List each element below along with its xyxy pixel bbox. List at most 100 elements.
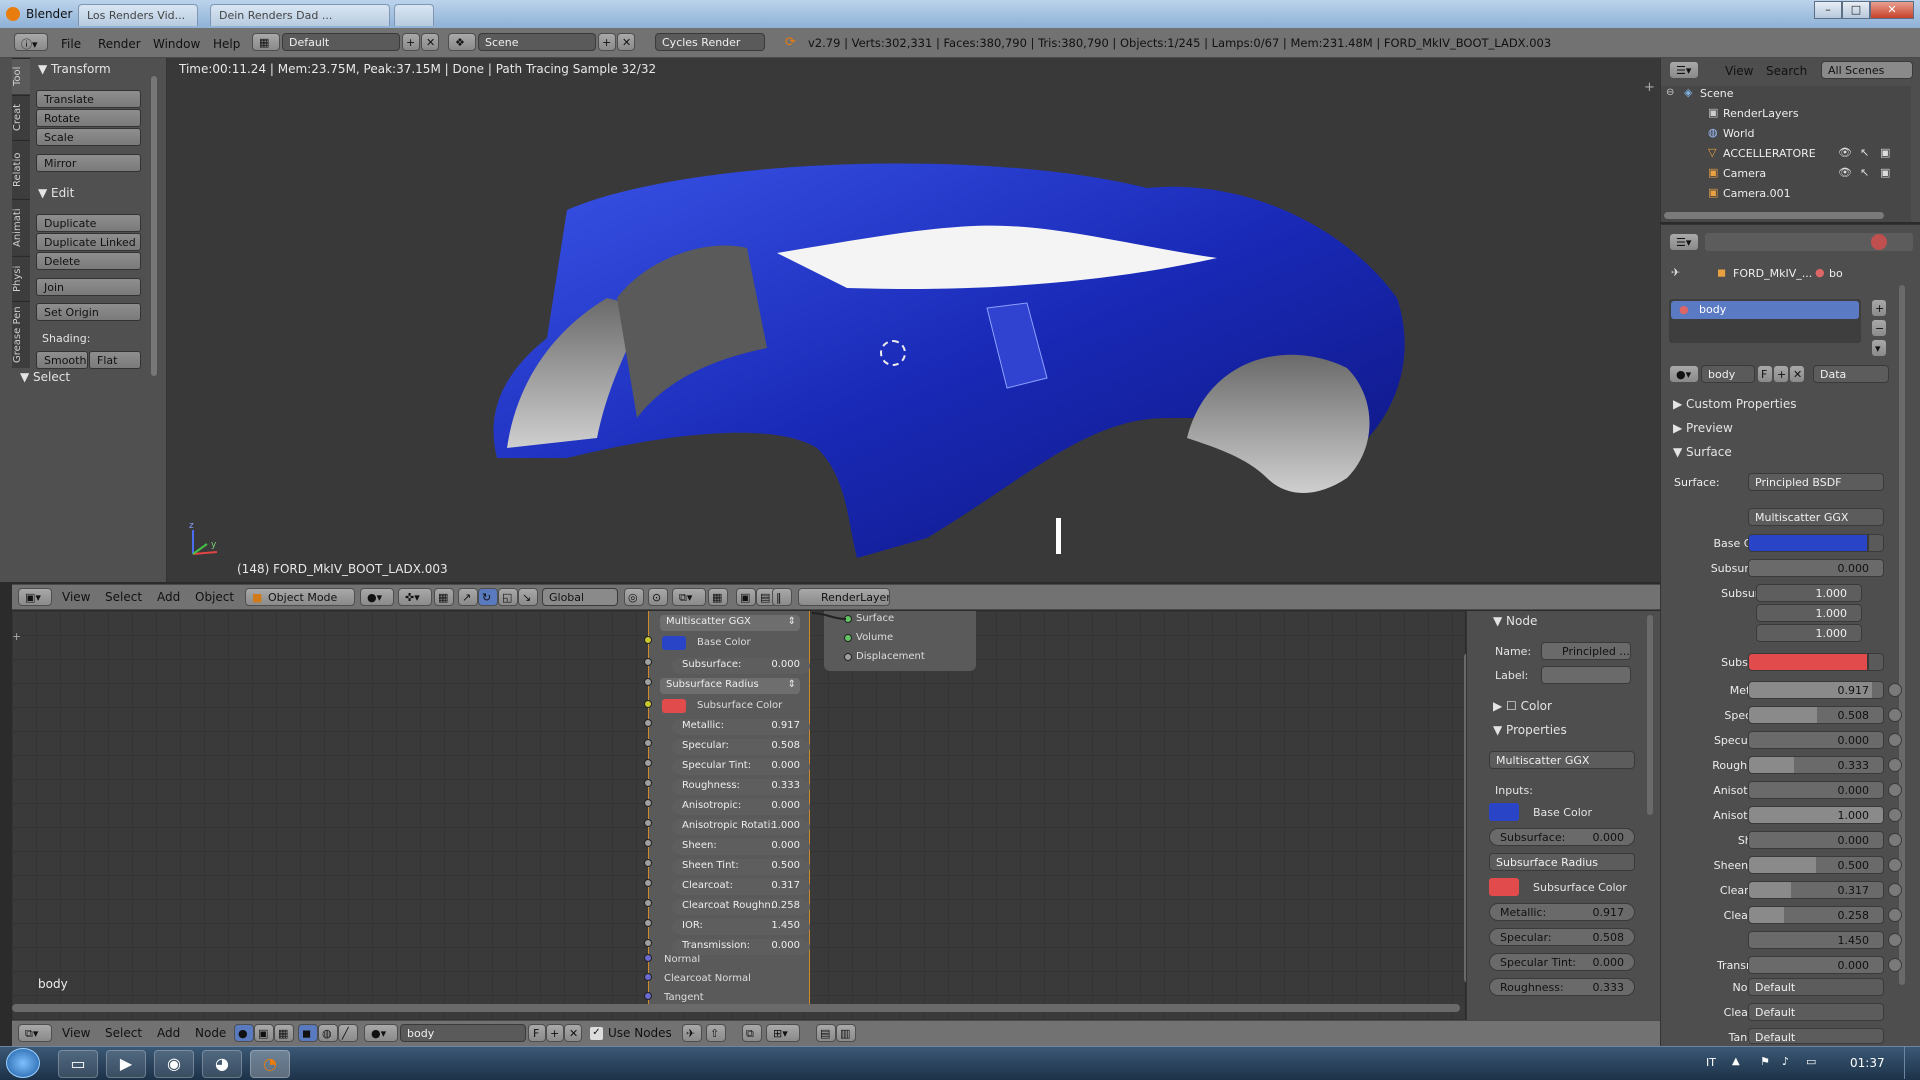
render-camera-icon-2[interactable]: ▣ [1880, 166, 1890, 179]
props-row-slider[interactable]: 0.258 [1748, 906, 1884, 924]
node-input-socket-icon[interactable] [644, 700, 652, 708]
props-row-link-icon[interactable] [1888, 883, 1902, 897]
node-paste-icon[interactable]: ▥ [836, 1024, 856, 1042]
shader-tree-icon[interactable]: ● [234, 1024, 254, 1042]
np-field-metallic[interactable]: Metallic: 0.917 [1489, 903, 1635, 921]
node-snap-element-icon[interactable]: ⊞▾ [766, 1024, 800, 1042]
material-name-field[interactable]: body [1701, 365, 1755, 383]
node-menu-node[interactable]: Node [195, 1026, 226, 1040]
outliner-expand-icon[interactable]: ⊖ [1666, 87, 1674, 98]
props-add-material-icon[interactable]: + [1773, 365, 1789, 383]
node-field-metallic[interactable]: Metallic: 0.917 [672, 719, 810, 735]
node-label-field[interactable] [1541, 666, 1631, 684]
node-input-socket-icon[interactable] [644, 759, 652, 767]
np-subsurface-field[interactable]: Subsurface: 0.000 [1489, 828, 1635, 846]
props-distribution-dropdown[interactable]: Multiscatter GGX [1748, 508, 1884, 526]
node-input-socket-icon[interactable] [644, 819, 652, 827]
visibility-eye-icon-2[interactable]: 👁 [1838, 166, 1852, 179]
clock[interactable]: 01:37 [1850, 1056, 1885, 1070]
node-menu-view[interactable]: View [62, 1026, 90, 1040]
shade-flat-button[interactable]: Flat [89, 351, 141, 369]
props-fake-user-button[interactable]: F [1757, 365, 1773, 383]
surface-header[interactable]: ▼ Surface [1673, 445, 1732, 459]
layout-selector[interactable]: Default [282, 33, 400, 51]
visibility-eye-icon[interactable]: 👁 [1838, 146, 1852, 159]
node-fake-user-button[interactable]: F [528, 1024, 546, 1042]
shade-smooth-button[interactable]: Smooth [36, 351, 88, 369]
outliner-menu-view[interactable]: View [1725, 64, 1753, 78]
node-input-socket-icon[interactable] [644, 779, 652, 787]
node-properties-header[interactable]: ▼ Properties [1493, 723, 1567, 737]
delete-button[interactable]: Delete [36, 252, 141, 270]
node-editor-canvas[interactable]: + Multiscatter GGX ⇕ Base Color Subsurfac… [12, 611, 1472, 1020]
outliner-item-scene[interactable]: Scene [1700, 87, 1734, 100]
node-unlink-material-icon[interactable]: ✕ [564, 1024, 582, 1042]
select-arrow-icon-2[interactable]: ↖ [1860, 166, 1869, 179]
layout-delete-icon[interactable]: ✕ [421, 33, 439, 51]
node-input-socket-icon[interactable] [644, 678, 652, 686]
node-field-anisotropic[interactable]: Anisotropic: 0.000 [672, 799, 810, 815]
pivot-icon[interactable]: ✜▾ [398, 588, 432, 606]
transform-panel-header[interactable]: ▼ Transform [38, 62, 111, 76]
props-row-slider[interactable]: 0.000 [1748, 956, 1884, 974]
language-indicator[interactable]: IT [1706, 1056, 1716, 1069]
duplicate-linked-button[interactable]: Duplicate Linked [36, 233, 141, 251]
tool-shelf-scrollbar[interactable] [151, 76, 157, 376]
close-button[interactable]: ✕ [1870, 1, 1914, 19]
scene-selector[interactable]: Scene [478, 33, 596, 51]
props-row-slider[interactable]: 0.317 [1748, 881, 1884, 899]
shading-mode-icon[interactable]: ●▾ [360, 588, 394, 606]
node-field-specular[interactable]: Specular: 0.508 [672, 739, 810, 755]
node-menu-add[interactable]: Add [157, 1026, 180, 1040]
tray-arrow-icon[interactable]: ▲ [1732, 1056, 1740, 1067]
node-add-material-icon[interactable]: + [546, 1024, 564, 1042]
blender-taskbar-icon[interactable]: ◔ [250, 1050, 290, 1078]
material-tab-icon[interactable] [1871, 234, 1887, 250]
np-base-color-swatch[interactable] [1489, 803, 1519, 821]
maximize-button[interactable]: □ [1842, 1, 1870, 19]
tab-create[interactable]: Creat [12, 95, 30, 139]
pin-icon[interactable]: ✈ [1671, 266, 1680, 279]
media-player-taskbar-icon[interactable]: ▶ [106, 1050, 146, 1078]
np-field-specular-tint[interactable]: Specular Tint: 0.000 [1489, 953, 1635, 971]
node-input-socket-icon[interactable] [644, 799, 652, 807]
output-displacement-socket-icon[interactable] [844, 653, 852, 661]
node-editor-hscrollbar[interactable] [12, 1004, 1460, 1012]
3d-cursor-icon[interactable] [880, 340, 906, 366]
props-row-link-icon[interactable] [1888, 958, 1902, 972]
browser-tab-2[interactable]: Dein Renders Dad ... [210, 4, 390, 26]
material-slot-body[interactable]: body [1671, 301, 1859, 319]
rotate-button[interactable]: Rotate [36, 109, 141, 127]
node-material-field[interactable]: body [400, 1024, 526, 1042]
node-field-specular-tint[interactable]: Specular Tint: 0.000 [672, 759, 810, 775]
browser-tab-1[interactable]: Los Renders Vid... [78, 4, 198, 26]
np-distribution-dropdown[interactable]: Multiscatter GGX [1489, 751, 1635, 769]
tray-volume-icon[interactable]: ♪ [1782, 1055, 1789, 1068]
node-input-socket-icon[interactable] [644, 636, 652, 644]
node-panel-header[interactable]: ▼ Node [1493, 614, 1537, 628]
start-button-icon[interactable] [6, 1048, 40, 1078]
props-subsurface-slider[interactable]: 0.000 [1748, 559, 1884, 577]
node-editor-type-icon[interactable]: ⧉▾ [18, 1024, 52, 1042]
tray-network-icon[interactable]: ▭ [1806, 1055, 1816, 1068]
menu-file[interactable]: File [61, 37, 81, 51]
props-clearcoat-normal-dropdown[interactable]: Default [1748, 1003, 1884, 1021]
edit-panel-header[interactable]: ▼ Edit [38, 186, 74, 200]
props-row-link-icon[interactable] [1888, 858, 1902, 872]
surface-shader-dropdown[interactable]: Principled BSDF [1748, 473, 1884, 491]
explorer-taskbar-icon[interactable]: ▭ [58, 1050, 98, 1078]
scene-delete-icon[interactable]: ✕ [617, 33, 635, 51]
props-scrollbar[interactable] [1899, 285, 1905, 985]
outliner-editor-type-icon[interactable]: ☰▾ [1669, 61, 1699, 79]
viewport-menu-view[interactable]: View [62, 590, 90, 604]
show-desktop-button[interactable] [1904, 1047, 1918, 1079]
tab-relations[interactable]: Relatio [12, 140, 30, 198]
mirror-button[interactable]: Mirror [36, 154, 141, 172]
set-origin-dropdown[interactable]: Set Origin [36, 303, 141, 321]
props-normal-dropdown[interactable]: Default [1748, 978, 1884, 996]
layer-icon-1[interactable]: ◎ [624, 588, 644, 606]
node-input-socket-icon[interactable] [644, 839, 652, 847]
3d-viewport[interactable]: Time:00:11.24 | Mem:23.75M, Peak:37.15M … [167, 58, 1660, 582]
node-field-clearcoat[interactable]: Clearcoat: 0.317 [672, 879, 810, 895]
menu-help[interactable]: Help [213, 37, 240, 51]
